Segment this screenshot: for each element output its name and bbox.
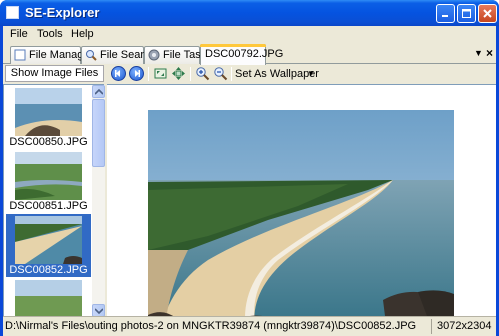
thumbnail-item-selected[interactable]: DSC00852.JPG — [6, 214, 91, 277]
status-file-path: D:\Nirmal's Files\outing photos-2 on MNG… — [5, 320, 417, 332]
scrollbar-thumb[interactable] — [92, 99, 105, 167]
image-preview[interactable] — [148, 110, 454, 336]
menu-file[interactable]: File — [10, 28, 28, 40]
client-area: File Tools Help File Manager File Search — [3, 26, 496, 336]
tab-list-dropdown-icon[interactable]: ▼ — [474, 48, 483, 58]
image-toolbar: Show Image Files Set As Wallpaper ▼ — [3, 64, 496, 84]
thumbnail-caption: DSC00850.JPG — [9, 136, 88, 148]
tab-file-search[interactable]: File Search — [81, 46, 156, 64]
previous-image-icon[interactable] — [111, 66, 126, 81]
title-bar[interactable]: SE-Explorer — [0, 0, 499, 26]
tab-file-tasks[interactable]: File Tasks — [144, 46, 212, 64]
zoom-out-icon[interactable] — [213, 66, 228, 81]
wallpaper-dropdown-icon[interactable]: ▼ — [307, 69, 315, 78]
show-image-files-button[interactable]: Show Image Files — [5, 65, 104, 82]
minimize-button[interactable] — [436, 4, 455, 23]
zoom-in-icon[interactable] — [195, 66, 210, 81]
scroll-up-icon[interactable] — [92, 85, 105, 98]
app-window: SE-Explorer File Tools Help File Manager — [0, 0, 499, 336]
thumbnail-image — [15, 280, 82, 317]
thumbnail-caption: DSC00851.JPG — [9, 200, 88, 212]
menu-bar: File Tools Help — [3, 26, 496, 43]
thumbnail-list: DSC00850.JPG DSC00851.JPG DSC00852.JPG — [4, 85, 91, 317]
window-title: SE-Explorer — [25, 5, 100, 20]
thumbnail-image — [15, 152, 82, 200]
file-manager-icon — [14, 49, 26, 61]
status-bar: D:\Nirmal's Files\outing photos-2 on MNG… — [3, 316, 496, 336]
tab-file-manager[interactable]: File Manager — [10, 46, 93, 64]
fit-to-window-icon[interactable] — [153, 66, 168, 81]
status-separator — [431, 319, 432, 334]
close-button[interactable] — [478, 4, 497, 23]
next-image-icon[interactable] — [129, 66, 144, 81]
toolbar-separator — [190, 67, 191, 81]
gear-icon — [148, 49, 160, 61]
thumbnail-item[interactable]: DSC00851.JPG — [6, 150, 91, 213]
thumbnail-scrollbar[interactable] — [92, 85, 105, 317]
thumbnail-caption: DSC00852.JPG — [9, 264, 88, 276]
tab-image-active[interactable]: DSC00792.JPG — [200, 44, 283, 65]
menu-tools[interactable]: Tools — [37, 28, 63, 40]
thumbnail-image — [15, 216, 82, 264]
toolbar-separator — [231, 67, 232, 81]
actual-size-icon[interactable] — [171, 66, 186, 81]
status-image-dimensions: 3072x2304 — [437, 320, 492, 332]
image-viewer — [107, 84, 496, 336]
thumbnail-panel: DSC00850.JPG DSC00851.JPG DSC00852.JPG — [3, 84, 105, 317]
close-tab-icon[interactable]: × — [486, 46, 493, 60]
search-icon — [86, 50, 97, 61]
app-icon — [6, 6, 19, 19]
thumbnail-item[interactable] — [6, 278, 91, 317]
toolbar-separator — [148, 67, 149, 81]
thumbnail-item[interactable]: DSC00850.JPG — [6, 86, 91, 149]
menu-help[interactable]: Help — [71, 28, 94, 40]
tab-label: DSC00792.JPG — [205, 48, 284, 60]
thumbnail-image — [15, 88, 82, 136]
maximize-button[interactable] — [457, 4, 476, 23]
tab-bar: File Manager File Search File Tasks DSC0… — [3, 44, 496, 65]
